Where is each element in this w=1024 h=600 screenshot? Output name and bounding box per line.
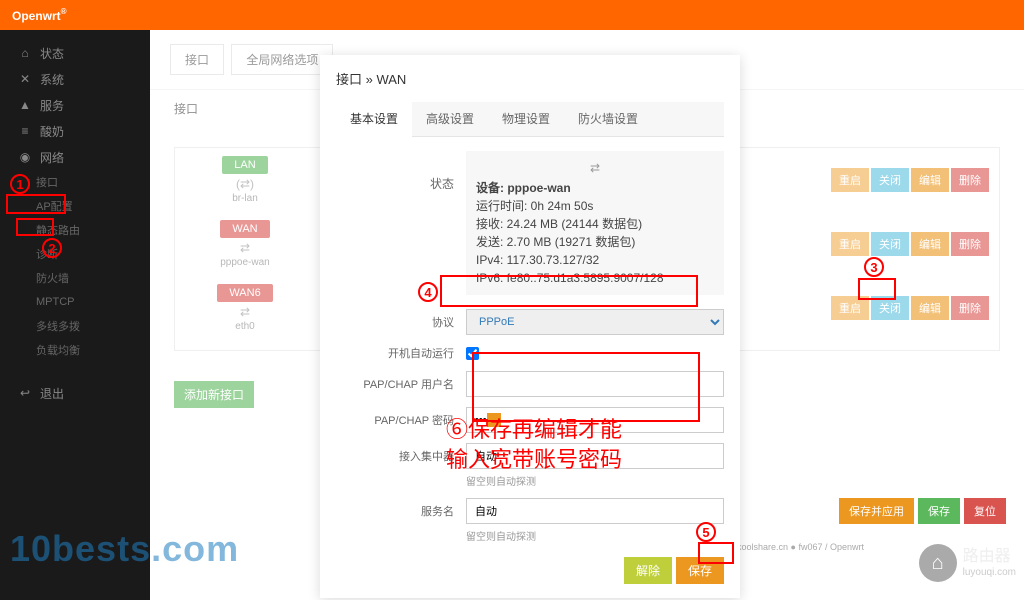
upload-icon: ▲ xyxy=(18,98,32,112)
status-label: 状态 xyxy=(336,151,466,295)
username-row: PAP/CHAP 用户名 xyxy=(336,371,724,397)
sidebar-item-services[interactable]: ▲服务 xyxy=(0,92,150,118)
footer-actions: 保存并应用 保存 复位 xyxy=(839,498,1006,524)
service-hint: 留空则自动探测 xyxy=(466,528,724,543)
corner-title: 路由器 xyxy=(963,547,1016,566)
home-icon: ⌂ xyxy=(18,46,32,60)
modal-tab-physical[interactable]: 物理设置 xyxy=(488,102,564,136)
modal-title: 接口 » WAN xyxy=(336,69,724,88)
sidebar-sub-balance[interactable]: 负载均衡 xyxy=(0,338,150,362)
service-row: 服务名 xyxy=(336,498,724,524)
annotation-circle-4: 4 xyxy=(418,282,438,302)
save-apply-button[interactable]: 保存并应用 xyxy=(839,498,914,524)
sidebar-sub-mwan[interactable]: 多线多拨 xyxy=(0,314,150,338)
status-info: ⇄ 设备: pppoe-wan 运行时间: 0h 24m 50s 接收: 24.… xyxy=(466,151,724,295)
protocol-label: 协议 xyxy=(336,314,466,330)
sidebar-item-system[interactable]: ✕系统 xyxy=(0,66,150,92)
modal-tabs: 基本设置 高级设置 物理设置 防火墙设置 xyxy=(336,102,724,137)
header: Openwrt® xyxy=(0,0,1024,30)
annotation-circle-3: 3 xyxy=(864,257,884,277)
list-icon: ≡ xyxy=(18,124,32,138)
autostart-label: 开机自动运行 xyxy=(336,345,466,361)
autostart-row: 开机自动运行 xyxy=(336,345,724,361)
concentrator-hint: 留空则自动探测 xyxy=(466,473,724,488)
autostart-checkbox[interactable] xyxy=(466,347,479,360)
protocol-select[interactable]: PPPoE xyxy=(466,309,724,335)
router-icon: ⌂ xyxy=(919,544,957,582)
sidebar-item-exit[interactable]: ↩退出 xyxy=(0,380,150,406)
service-label: 服务名 xyxy=(336,503,466,519)
exit-icon: ↩ xyxy=(18,386,32,400)
sidebar-item-yogurt[interactable]: ≡酸奶 xyxy=(0,118,150,144)
globe-icon: ◉ xyxy=(18,150,32,164)
sidebar-sub-routes[interactable]: 静态路由 xyxy=(0,218,150,242)
watermark: 10bests.com xyxy=(10,528,239,570)
annotation-circle-1: 1 xyxy=(10,174,30,194)
save-button[interactable]: 保存 xyxy=(918,498,960,524)
username-label: PAP/CHAP 用户名 xyxy=(336,376,466,392)
modal-tab-basic[interactable]: 基本设置 xyxy=(336,102,412,137)
sidebar-sub-ap[interactable]: AP配置 xyxy=(0,194,150,218)
service-input[interactable] xyxy=(466,498,724,524)
edit-interface-modal: 接口 » WAN 基本设置 高级设置 物理设置 防火墙设置 状态 ⇄ 设备: p… xyxy=(320,55,740,598)
annotation-circle-5: 5 xyxy=(696,522,716,542)
sidebar-sub-mptcp[interactable]: MPTCP xyxy=(0,290,150,314)
modal-save-button[interactable]: 保存 xyxy=(676,557,724,584)
modal-footer: 解除 保存 xyxy=(336,557,724,584)
status-row: 状态 ⇄ 设备: pppoe-wan 运行时间: 0h 24m 50s 接收: … xyxy=(336,151,724,295)
sidebar-item-network[interactable]: ◉网络 xyxy=(0,144,150,170)
username-input[interactable] xyxy=(466,371,724,397)
tools-icon: ✕ xyxy=(18,72,32,86)
sidebar-item-status[interactable]: ⌂状态 xyxy=(0,40,150,66)
reset-button[interactable]: 复位 xyxy=(964,498,1006,524)
net-icon: ⇄ xyxy=(476,159,714,177)
modal-tab-firewall[interactable]: 防火墙设置 xyxy=(564,102,652,136)
protocol-row: 协议 PPPoE xyxy=(336,309,724,335)
annotation-circle-2: 2 xyxy=(42,238,62,258)
modal-tab-advanced[interactable]: 高级设置 xyxy=(412,102,488,136)
corner-sub: luyouqi.com xyxy=(963,567,1016,579)
logo: Openwrt® xyxy=(12,7,67,24)
annotation-text-6: ⑥保存再编辑才能 输入宽带账号密码 xyxy=(446,415,622,474)
sidebar: ⌂状态 ✕系统 ▲服务 ≡酸奶 ◉网络 接口 AP配置 静态路由 诊断 防火墙 … xyxy=(0,30,150,600)
sidebar-sub-firewall[interactable]: 防火墙 xyxy=(0,266,150,290)
sidebar-sub-diag[interactable]: 诊断 xyxy=(0,242,150,266)
modal-dismiss-button[interactable]: 解除 xyxy=(624,557,672,584)
corner-brand: ⌂ 路由器 luyouqi.com xyxy=(919,544,1016,582)
